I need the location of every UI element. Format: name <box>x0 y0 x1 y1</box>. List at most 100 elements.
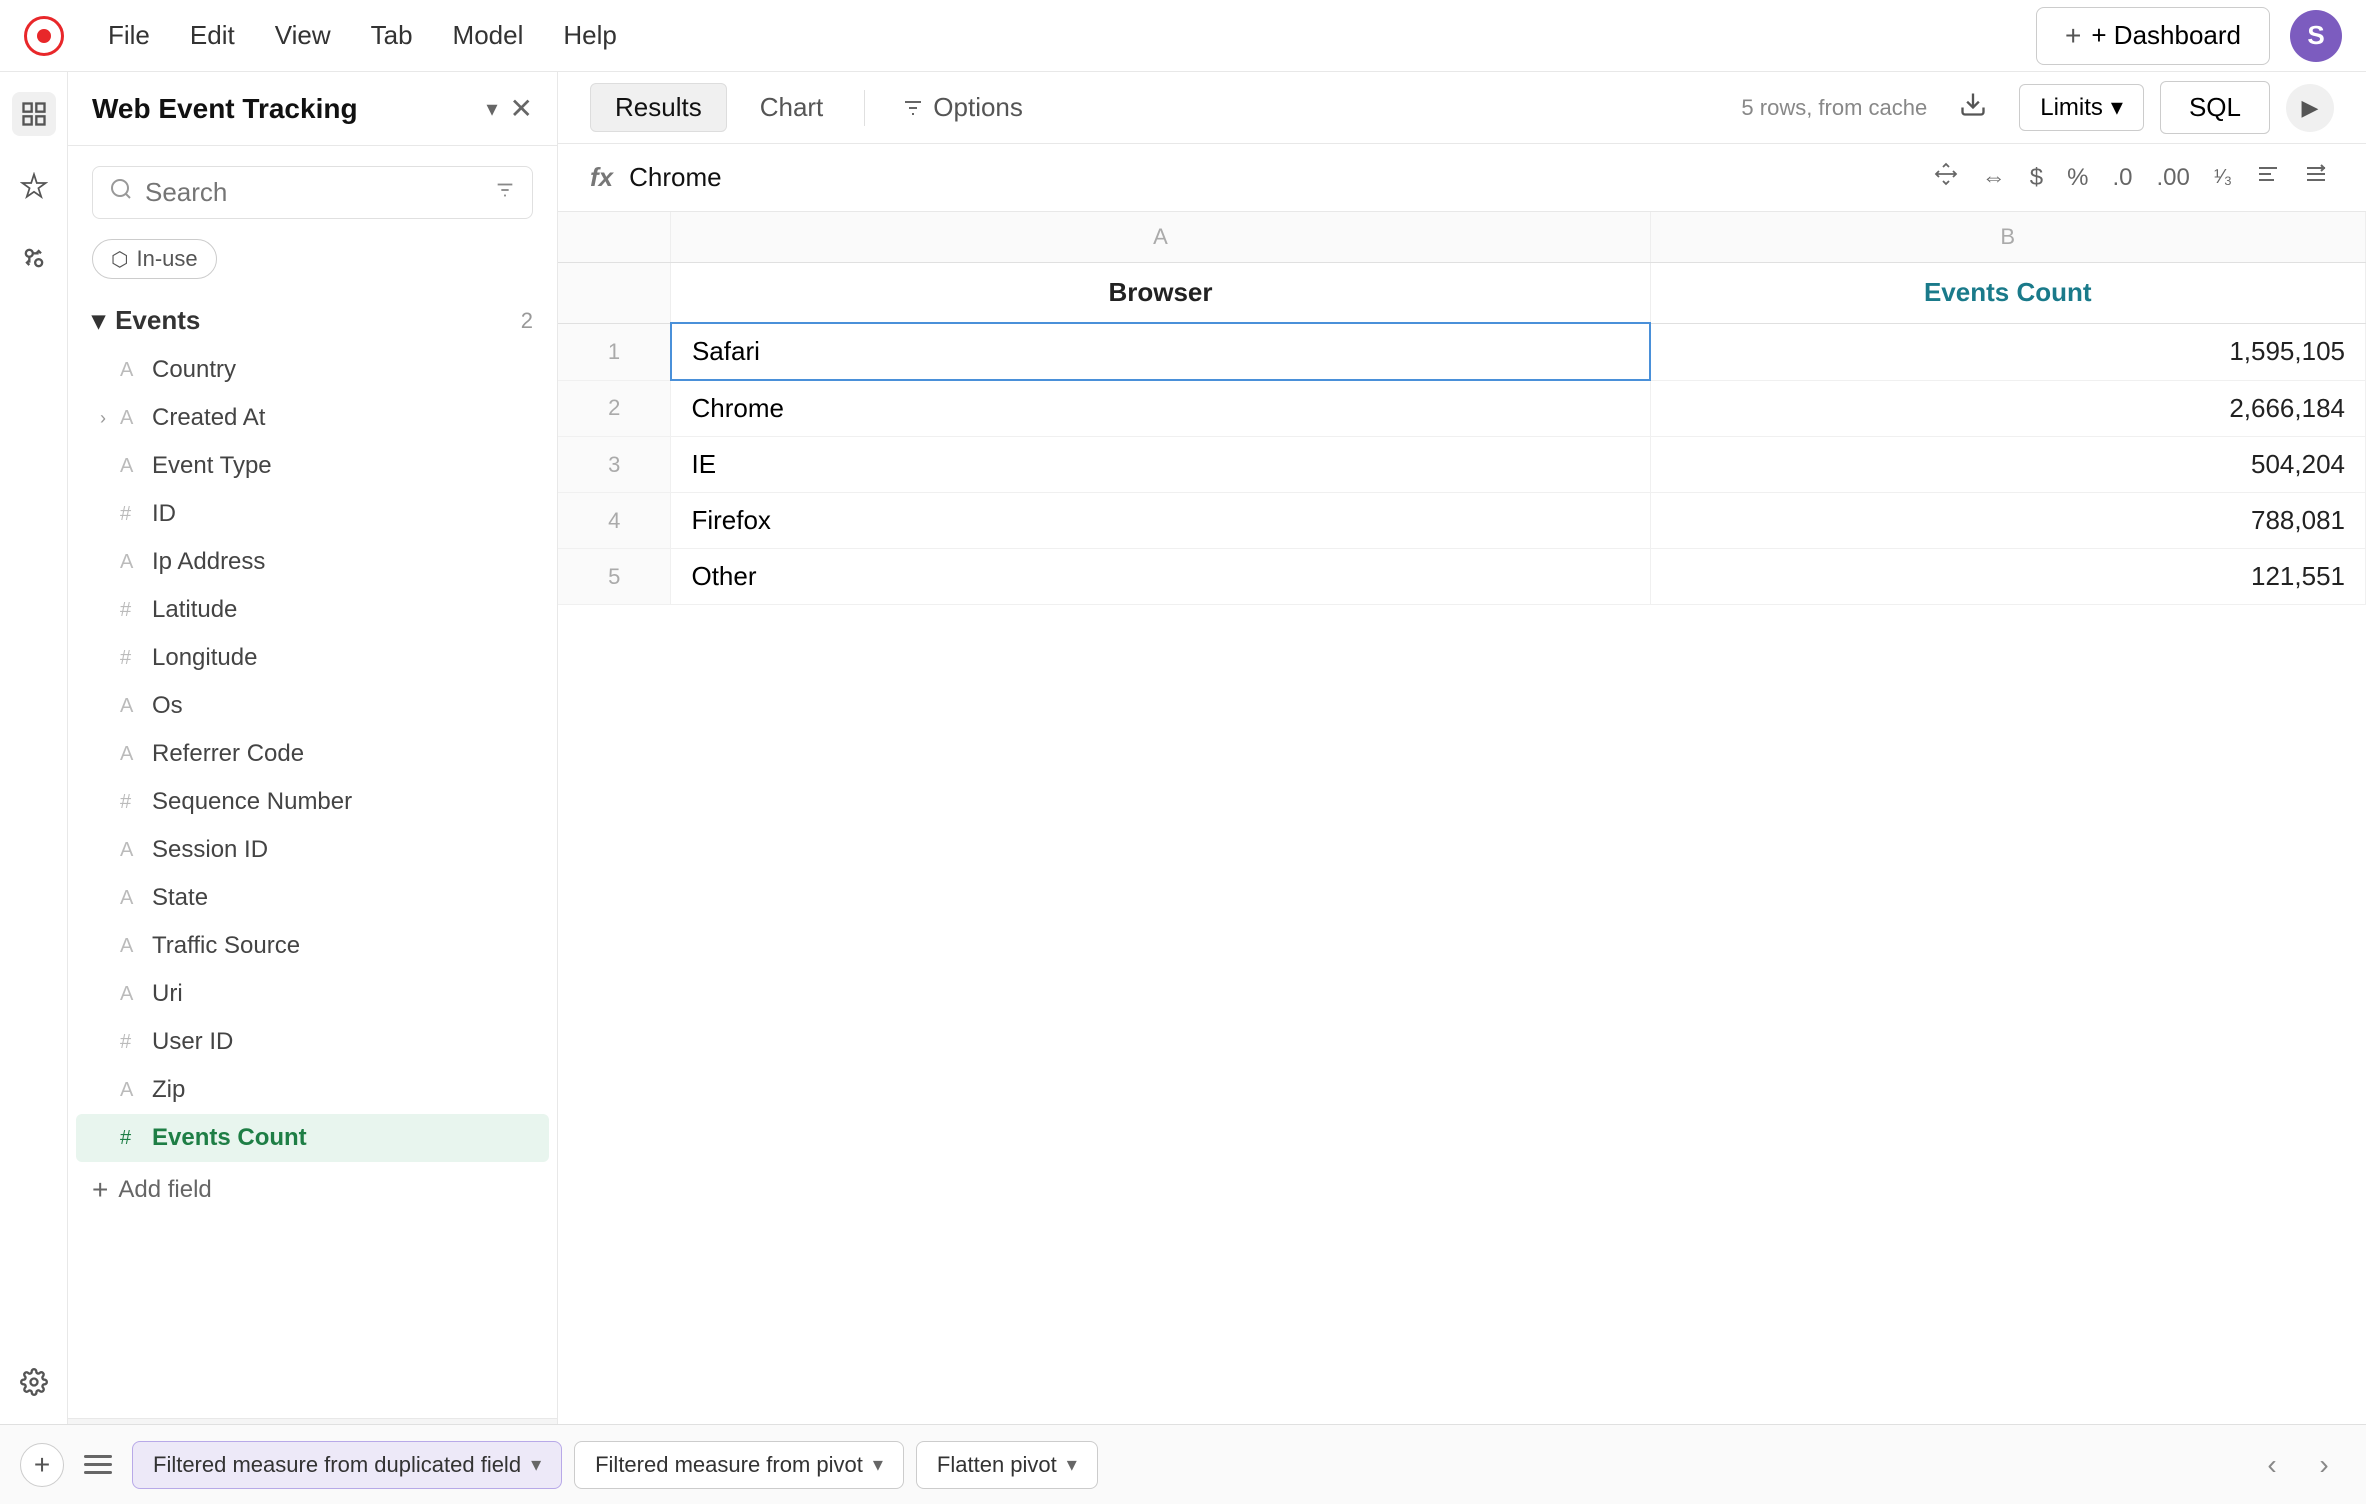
in-use-button[interactable]: ⬡ In-use <box>92 239 217 279</box>
sidebar-icon-grid[interactable] <box>12 92 56 136</box>
tab-pill-1[interactable]: Filtered measure from duplicated field ▾ <box>132 1441 562 1489</box>
text-type-icon: A <box>120 983 142 1006</box>
hamburger-line <box>84 1471 112 1474</box>
menu-file[interactable]: File <box>88 12 170 59</box>
count-cell[interactable]: 121,551 <box>1650 549 2365 605</box>
field-os[interactable]: A Os <box>76 682 549 730</box>
avatar[interactable]: S <box>2290 10 2342 62</box>
browser-cell[interactable]: Other <box>671 549 1650 605</box>
panel-close-button[interactable]: ✕ <box>510 92 533 125</box>
tab-chart[interactable]: Chart <box>735 83 849 132</box>
format-expand-icon[interactable]: ⇔ <box>1976 160 2012 196</box>
hamburger-menu-button[interactable] <box>76 1443 120 1487</box>
sql-button[interactable]: SQL <box>2160 81 2270 134</box>
field-sequence-number[interactable]: # Sequence Number <box>76 778 549 826</box>
field-longitude[interactable]: # Longitude <box>76 634 549 682</box>
field-event-type[interactable]: A Event Type <box>76 442 549 490</box>
toolbar-divider <box>864 90 865 126</box>
format-currency-icon[interactable]: $ <box>2024 160 2049 196</box>
run-icon: ▶ <box>2302 95 2319 121</box>
row-num: 4 <box>558 493 671 549</box>
field-state[interactable]: A State <box>76 874 549 922</box>
filter-icon[interactable] <box>494 179 516 207</box>
format-sort-icon[interactable] <box>2298 158 2334 197</box>
add-field-button[interactable]: + Add field <box>68 1162 557 1218</box>
hamburger-line <box>84 1455 112 1458</box>
table-row: 2 Chrome 2,666,184 <box>558 380 2366 437</box>
main-layout: Web Event Tracking ▾ ✕ ⬡ In-use ▾ <box>0 72 2366 1424</box>
chevron-right-icon: › <box>100 408 106 429</box>
section-count: 2 <box>521 308 533 334</box>
nav-next-button[interactable]: › <box>2302 1443 2346 1487</box>
field-ip-address[interactable]: A Ip Address <box>76 538 549 586</box>
sidebar-icon-sparkle[interactable] <box>12 164 56 208</box>
menu-items: File Edit View Tab Model Help <box>88 12 637 59</box>
nav-prev-button[interactable]: ‹ <box>2250 1443 2294 1487</box>
field-user-id[interactable]: # User ID <box>76 1018 549 1066</box>
browser-cell[interactable]: IE <box>671 437 1650 493</box>
field-referrer-code[interactable]: A Referrer Code <box>76 730 549 778</box>
tab-dropdown-icon[interactable]: ▾ <box>1067 1452 1077 1477</box>
field-id[interactable]: # ID <box>76 490 549 538</box>
text-type-icon: A <box>120 1079 142 1102</box>
row-num: 1 <box>558 323 671 380</box>
format-decimal0-icon[interactable]: .0 <box>2106 160 2138 196</box>
browser-cell[interactable]: Safari <box>671 323 1650 380</box>
menu-help[interactable]: Help <box>543 12 636 59</box>
field-uri[interactable]: A Uri <box>76 970 549 1018</box>
formula-text[interactable]: Chrome <box>629 162 1912 193</box>
field-country[interactable]: A Country <box>76 346 549 394</box>
browser-field-header[interactable]: Browser <box>671 263 1650 324</box>
dashboard-button[interactable]: + + Dashboard <box>2036 7 2270 65</box>
limits-button[interactable]: Limits ▾ <box>2019 84 2144 131</box>
table-row: 3 IE 504,204 <box>558 437 2366 493</box>
browser-cell[interactable]: Chrome <box>671 380 1650 437</box>
format-icons: ⇔ $ % .0 .00 ¹⁄₃ <box>1928 158 2334 197</box>
format-align-left-icon[interactable] <box>2250 158 2286 197</box>
format-auto-icon[interactable] <box>1928 158 1964 197</box>
search-bar[interactable] <box>92 166 533 219</box>
menu-tab[interactable]: Tab <box>351 12 433 59</box>
count-cell[interactable]: 2,666,184 <box>1650 380 2365 437</box>
field-latitude[interactable]: # Latitude <box>76 586 549 634</box>
run-button[interactable]: ▶ <box>2286 84 2334 132</box>
table-row: 5 Other 121,551 <box>558 549 2366 605</box>
browser-cell[interactable]: Firefox <box>671 493 1650 549</box>
panel-dropdown-icon[interactable]: ▾ <box>486 96 497 122</box>
tab-dropdown-icon[interactable]: ▾ <box>531 1452 541 1477</box>
tab-dropdown-icon[interactable]: ▾ <box>873 1452 883 1477</box>
events-section-header[interactable]: ▾ Events 2 <box>68 295 557 346</box>
text-type-icon: A <box>120 743 142 766</box>
menu-model[interactable]: Model <box>433 12 544 59</box>
add-tab-button[interactable]: + <box>20 1443 64 1487</box>
format-fraction-icon[interactable]: ¹⁄₃ <box>2208 162 2238 193</box>
format-percent-icon[interactable]: % <box>2061 160 2094 196</box>
format-decimal00-icon[interactable]: .00 <box>2150 160 2195 196</box>
field-events-count[interactable]: # Events Count <box>76 1114 549 1162</box>
events-count-field-header[interactable]: Events Count <box>1650 263 2365 324</box>
sidebar-icon-settings[interactable] <box>12 1360 56 1404</box>
menu-edit[interactable]: Edit <box>170 12 255 59</box>
count-cell[interactable]: 788,081 <box>1650 493 2365 549</box>
column-header-row: A B <box>558 212 2366 263</box>
table-row: 1 Safari 1,595,105 <box>558 323 2366 380</box>
menu-view[interactable]: View <box>255 12 351 59</box>
tab-pill-3[interactable]: Flatten pivot ▾ <box>916 1441 1098 1489</box>
download-button[interactable] <box>1943 82 2003 133</box>
field-session-id[interactable]: A Session ID <box>76 826 549 874</box>
options-button[interactable]: Options <box>881 84 1043 131</box>
menu-bar: File Edit View Tab Model Help + + Dashbo… <box>0 0 2366 72</box>
tab-results[interactable]: Results <box>590 83 727 132</box>
field-traffic-source[interactable]: A Traffic Source <box>76 922 549 970</box>
hamburger-line <box>84 1463 112 1466</box>
field-created-at[interactable]: › A Created At <box>76 394 549 442</box>
chevron-down-icon: ▾ <box>92 305 105 336</box>
search-input[interactable] <box>145 177 482 208</box>
tab-pill-2[interactable]: Filtered measure from pivot ▾ <box>574 1441 904 1489</box>
count-cell[interactable]: 504,204 <box>1650 437 2365 493</box>
count-cell[interactable]: 1,595,105 <box>1650 323 2365 380</box>
right-panel: Results Chart Options 5 rows, from cache <box>558 72 2366 1424</box>
text-type-icon: A <box>120 695 142 718</box>
sidebar-icon-transform[interactable] <box>12 236 56 280</box>
field-zip[interactable]: A Zip <box>76 1066 549 1114</box>
